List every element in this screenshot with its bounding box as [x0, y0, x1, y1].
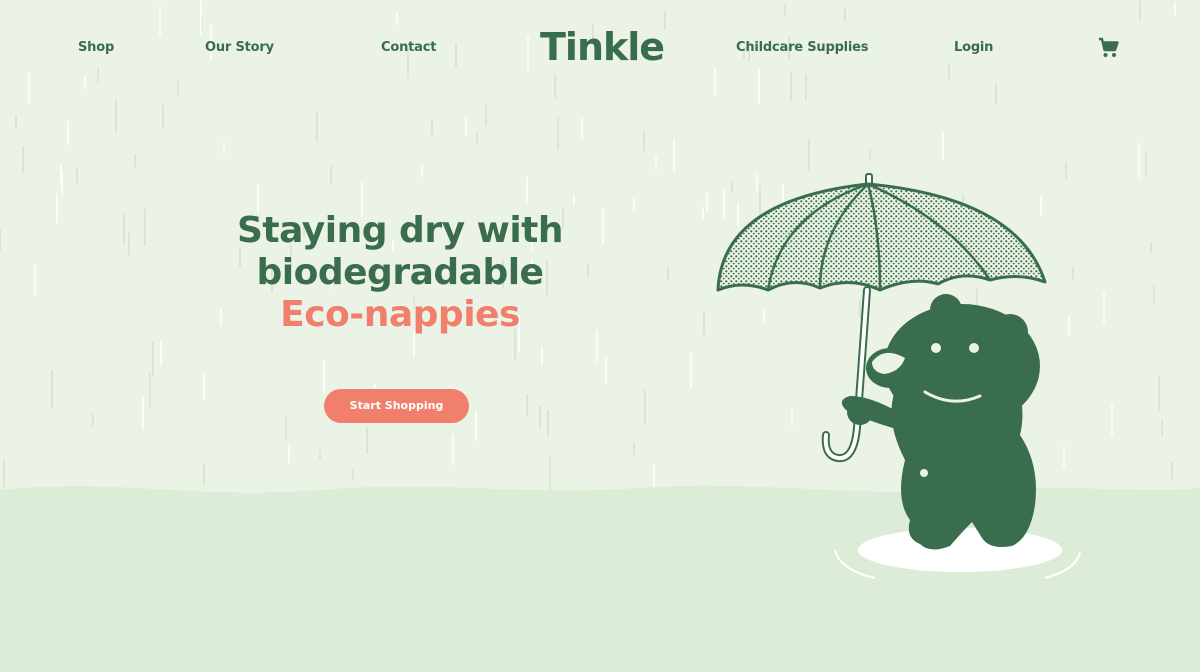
hero-headline-line3: Eco-nappies	[280, 294, 520, 335]
hero-headline-line2: biodegradable	[256, 252, 544, 293]
nav-contact-link[interactable]: Contact	[381, 38, 436, 58]
page: Shop Our Story Contact Tinkle Childcare …	[0, 0, 1200, 672]
shopping-cart-icon[interactable]	[1097, 36, 1121, 60]
nav-shop-link[interactable]: Shop	[78, 38, 114, 58]
hero-headline: Staying dry with biodegradable Eco-nappi…	[180, 210, 620, 336]
brand-logo[interactable]: Tinkle	[540, 24, 665, 70]
start-shopping-button[interactable]: Start Shopping	[324, 389, 469, 423]
nav-our-story-link[interactable]: Our Story	[205, 38, 274, 58]
hero-headline-line1: Staying dry with	[236, 210, 564, 251]
nav-login-link[interactable]: Login	[954, 38, 993, 58]
bear-icon	[841, 294, 1040, 550]
bear-umbrella-illustration	[716, 173, 1081, 579]
nav-childcare-supplies-link[interactable]: Childcare Supplies	[736, 38, 869, 58]
main-nav: Shop Our Story Contact Tinkle Childcare …	[0, 0, 1200, 95]
